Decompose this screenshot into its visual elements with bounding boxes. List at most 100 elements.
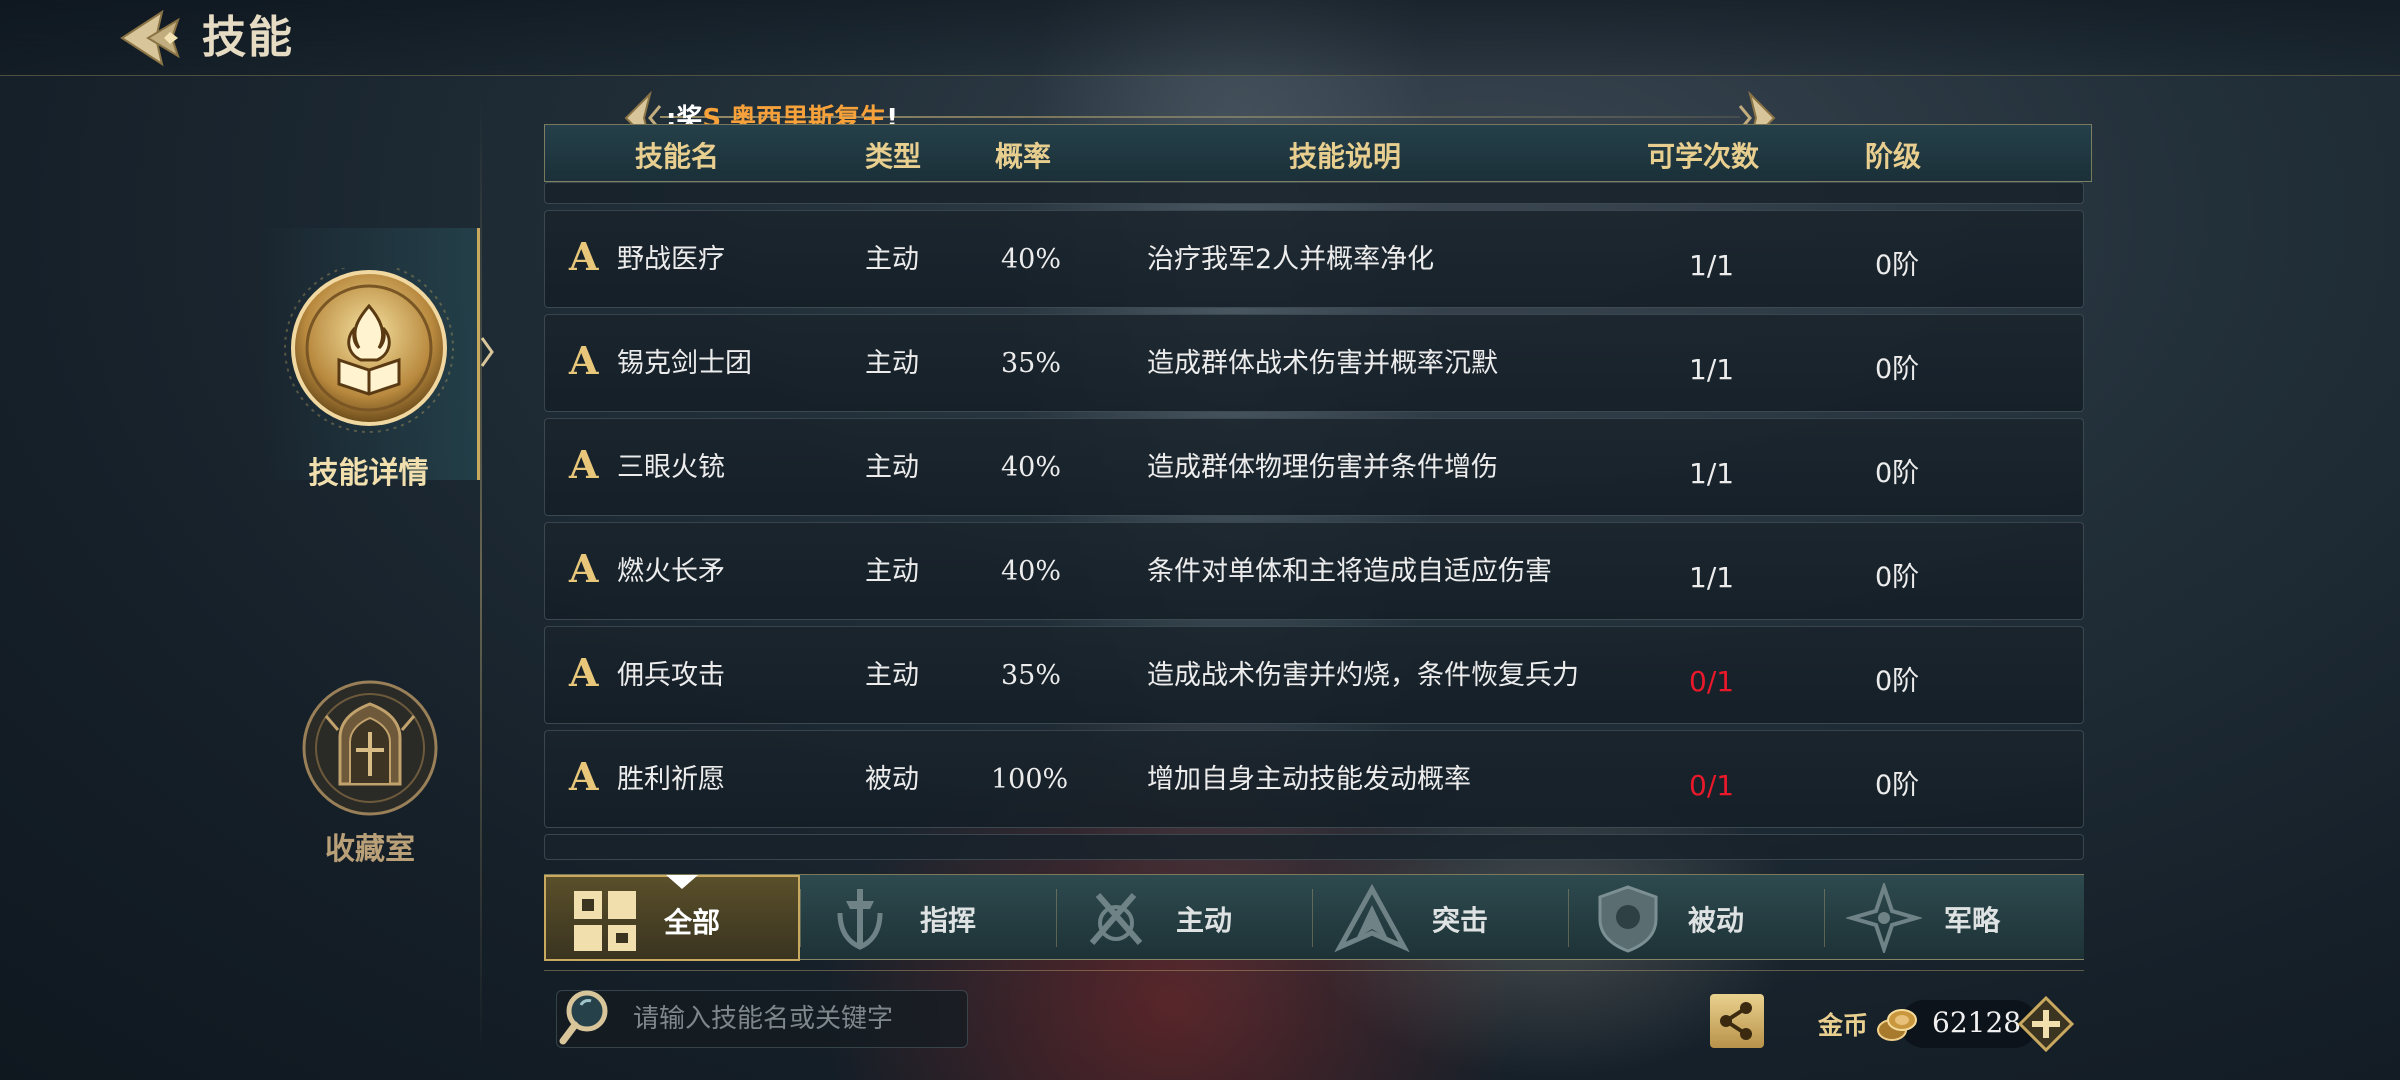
sidebar-item-label: 技能详情 xyxy=(308,456,429,491)
table-row[interactable]: A 野战医疗 主动 40% 治疗我军2人并概率净化 1/1 0阶 xyxy=(544,210,2084,308)
command-icon xyxy=(837,889,883,950)
tab-passive[interactable]: 被动 xyxy=(1568,875,1824,961)
skill-name: 锡克剑士团 xyxy=(617,348,752,379)
skill-rate: 40% xyxy=(1001,244,1062,275)
skill-tier: 0阶 xyxy=(1875,250,1920,281)
skill-type: 主动 xyxy=(865,660,919,691)
tab-all[interactable]: 全部 xyxy=(544,875,800,961)
column-header-tier[interactable]: 阶级 xyxy=(1865,135,1921,175)
tab-label: 指挥 xyxy=(920,904,977,937)
gold-coin-icon xyxy=(1877,1009,1917,1041)
skill-tier: 0阶 xyxy=(1875,458,1920,489)
table-row-partial-bottom xyxy=(544,834,2084,860)
skill-rate: 40% xyxy=(1001,556,1062,587)
skill-rate: 35% xyxy=(1001,660,1062,691)
skill-name: 野战医疗 xyxy=(617,244,725,275)
skill-description: 增加自身主动技能发动概率 xyxy=(1147,764,1471,795)
skill-description: 造成群体战术伤害并概率沉默 xyxy=(1147,348,1498,379)
skill-description: 条件对单体和主将造成自适应伤害 xyxy=(1147,556,1552,587)
skill-name: 燃火长矛 xyxy=(617,556,725,587)
bottom-divider xyxy=(544,970,2084,971)
table-row[interactable]: A 胜利祈愿 被动 100% 增加自身主动技能发动概率 0/1 0阶 xyxy=(544,730,2084,828)
tab-label: 全部 xyxy=(664,906,721,939)
learn-count: 1/1 xyxy=(1689,353,1735,386)
skill-type: 主动 xyxy=(865,244,919,275)
skill-rate: 35% xyxy=(1001,348,1062,379)
skill-type: 主动 xyxy=(865,348,919,379)
grade-badge: A xyxy=(569,546,599,591)
learn-count: 0/1 xyxy=(1689,665,1735,698)
share-icon xyxy=(1720,1002,1752,1040)
skill-rate: 40% xyxy=(1001,452,1062,483)
back-arrow-icon xyxy=(120,9,180,67)
table-row-partial-top xyxy=(544,182,2084,204)
currency-label: 金币 xyxy=(1818,1011,1869,1040)
skill-type: 主动 xyxy=(865,452,919,483)
skill-name: 三眼火铳 xyxy=(617,452,725,483)
sidebar-divider xyxy=(480,94,482,1054)
skill-description: 造成战术伤害并灼烧，条件恢复兵力 xyxy=(1147,660,1579,691)
learn-count: 1/1 xyxy=(1689,249,1735,282)
gold-amount: 62128 xyxy=(1932,1006,2022,1039)
active-tab-notch xyxy=(666,875,698,889)
add-gold-button[interactable] xyxy=(2017,995,2075,1053)
sidebar-item-label: 收藏室 xyxy=(325,832,415,867)
grade-badge: A xyxy=(569,754,599,799)
skill-type: 被动 xyxy=(865,764,919,795)
skill-book-flame-icon xyxy=(283,268,454,433)
skill-description: 治疗我军2人并概率净化 xyxy=(1147,244,1435,275)
back-button[interactable] xyxy=(112,6,188,70)
tab-strategy[interactable]: 军略 xyxy=(1824,875,2080,961)
plus-icon xyxy=(2017,995,2075,1053)
skill-tier: 0阶 xyxy=(1875,666,1920,697)
skill-table-header: 技能名 类型 概率 技能说明 可学次数 阶级 xyxy=(544,124,2092,182)
search-icon xyxy=(559,990,608,1045)
grade-badge: A xyxy=(569,442,599,487)
grade-badge: A xyxy=(569,650,599,695)
collection-hall-icon xyxy=(302,680,438,816)
grade-badge: A xyxy=(569,234,599,279)
skill-filter-tabs: 全部 指挥 主动 突击 被动 军略 xyxy=(544,874,2084,961)
table-row[interactable]: A 锡克剑士团 主动 35% 造成群体战术伤害并概率沉默 1/1 0阶 xyxy=(544,314,2084,412)
skill-tier: 0阶 xyxy=(1875,770,1920,801)
grade-badge: A xyxy=(569,338,599,383)
top-bar: 技能 xyxy=(0,0,2400,76)
learn-count: 1/1 xyxy=(1689,457,1735,490)
search-box xyxy=(556,990,968,1048)
column-header-type[interactable]: 类型 xyxy=(865,135,921,175)
active-indicator-arrow-icon xyxy=(480,337,494,367)
skill-name: 佣兵攻击 xyxy=(617,660,725,691)
tab-label: 被动 xyxy=(1688,904,1745,937)
tab-assault[interactable]: 突击 xyxy=(1312,875,1568,961)
search-input[interactable] xyxy=(633,995,963,1043)
skill-name: 胜利祈愿 xyxy=(617,764,725,795)
learn-count: 1/1 xyxy=(1689,561,1735,594)
tab-label: 主动 xyxy=(1176,904,1233,937)
column-header-rate[interactable]: 概率 xyxy=(995,135,1051,175)
strategy-icon xyxy=(1846,883,1922,953)
tab-label: 军略 xyxy=(1944,904,2001,937)
tab-active[interactable]: 主动 xyxy=(1056,875,1312,961)
page-title: 技能 xyxy=(202,12,294,63)
active-icon xyxy=(1089,893,1143,945)
assault-icon xyxy=(1334,883,1410,953)
learn-count: 0/1 xyxy=(1689,769,1735,802)
table-row[interactable]: A 燃火长矛 主动 40% 条件对单体和主将造成自适应伤害 1/1 0阶 xyxy=(544,522,2084,620)
share-button[interactable] xyxy=(1710,994,1764,1048)
skill-tier: 0阶 xyxy=(1875,354,1920,385)
column-header-name[interactable]: 技能名 xyxy=(635,135,719,175)
skill-tier: 0阶 xyxy=(1875,562,1920,593)
skill-type: 主动 xyxy=(865,556,919,587)
table-row[interactable]: A 佣兵攻击 主动 35% 造成战术伤害并灼烧，条件恢复兵力 0/1 0阶 xyxy=(544,626,2084,724)
column-header-description: 技能说明 xyxy=(1289,140,1402,173)
tab-command[interactable]: 指挥 xyxy=(800,875,1056,961)
column-header-learn-count[interactable]: 可学次数 xyxy=(1647,135,1759,175)
skill-rate: 100% xyxy=(991,764,1069,795)
table-row[interactable]: A 三眼火铳 主动 40% 造成群体物理伤害并条件增伤 1/1 0阶 xyxy=(544,418,2084,516)
grid-icon xyxy=(574,891,636,951)
tab-label: 突击 xyxy=(1432,904,1489,937)
sidebar-item-skill-details[interactable]: 技能详情 xyxy=(260,228,480,491)
skill-description: 造成群体物理伤害并条件增伤 xyxy=(1147,452,1498,483)
passive-icon xyxy=(1598,885,1658,953)
sidebar-item-collection[interactable]: 收藏室 xyxy=(260,676,480,867)
